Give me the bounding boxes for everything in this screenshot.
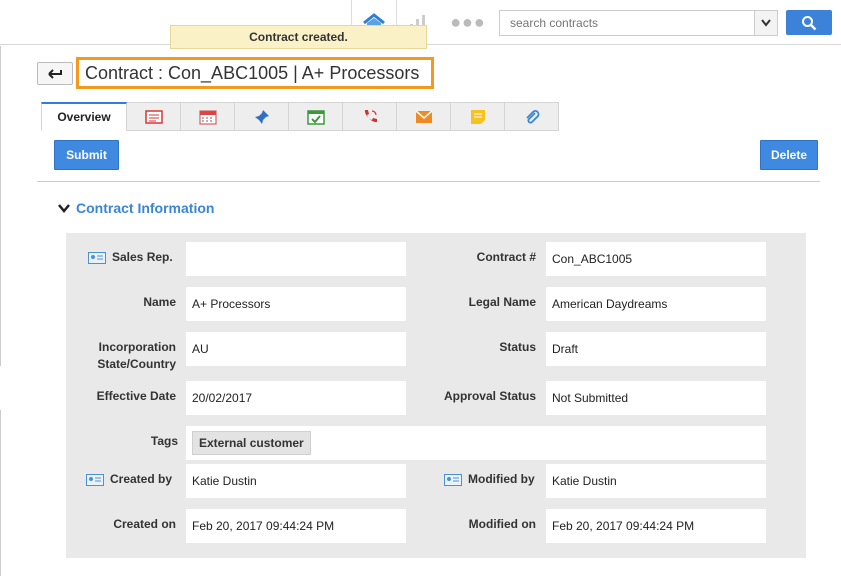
ellipsis-icon: ●●● bbox=[450, 11, 486, 32]
tab-tasks[interactable] bbox=[289, 102, 343, 131]
pushpin-icon bbox=[254, 109, 269, 124]
more-apps-button[interactable]: ●●● bbox=[450, 12, 485, 32]
created-by-label: Created by bbox=[86, 471, 172, 488]
incorporation-label: Incorporation State/Country bbox=[97, 340, 176, 371]
search-button[interactable] bbox=[786, 10, 832, 35]
search-dropdown-button[interactable] bbox=[754, 10, 778, 36]
contract-info-panel: Sales Rep. Contract # Con_ABC1005 Name A… bbox=[66, 233, 806, 558]
tags-label: Tags bbox=[150, 434, 178, 448]
status-field[interactable]: Draft bbox=[546, 332, 766, 366]
approval-status-label: Approval Status bbox=[443, 389, 536, 403]
incorporation-field[interactable]: AU bbox=[186, 332, 406, 366]
modified-by-label: Modified by bbox=[444, 471, 535, 488]
newspaper-icon bbox=[144, 109, 163, 124]
tags-field[interactable]: External customer bbox=[186, 426, 766, 460]
contract-number-label: Contract # bbox=[476, 250, 536, 264]
approval-status-field[interactable]: Not Submitted bbox=[546, 381, 766, 415]
page-title: Contract : Con_ABC1005 | A+ Processors bbox=[76, 57, 434, 89]
tag-chip[interactable]: External customer bbox=[192, 431, 311, 455]
modified-by-field[interactable]: Katie Dustin bbox=[546, 464, 766, 498]
tab-overview[interactable]: Overview bbox=[41, 102, 127, 131]
contact-card-icon bbox=[444, 473, 462, 486]
tab-email[interactable] bbox=[397, 102, 451, 131]
contact-card-icon bbox=[86, 473, 104, 486]
contact-card-icon bbox=[88, 251, 106, 264]
tab-bar: Overview bbox=[41, 102, 559, 131]
submit-button[interactable]: Submit bbox=[54, 140, 119, 170]
created-on-field[interactable]: Feb 20, 2017 09:44:24 PM bbox=[186, 509, 406, 543]
effective-date-label: Effective Date bbox=[96, 389, 176, 403]
sticky-note-icon bbox=[470, 109, 485, 124]
search-icon bbox=[802, 15, 817, 30]
envelope-icon bbox=[415, 109, 432, 123]
tab-calls[interactable] bbox=[343, 102, 397, 131]
modified-on-field[interactable]: Feb 20, 2017 09:44:24 PM bbox=[546, 509, 766, 543]
phone-icon bbox=[364, 109, 377, 122]
back-button[interactable] bbox=[37, 62, 73, 85]
tab-calendar[interactable] bbox=[181, 102, 235, 131]
paperclip-icon bbox=[525, 109, 539, 124]
modified-on-label: Modified on bbox=[468, 517, 536, 531]
chevron-down-icon bbox=[761, 19, 771, 27]
chevron-down-icon bbox=[58, 204, 70, 213]
delete-button[interactable]: Delete bbox=[760, 140, 818, 170]
search-input[interactable] bbox=[499, 10, 755, 36]
legal-name-label: Legal Name bbox=[468, 295, 536, 309]
section-title: Contract Information bbox=[76, 200, 215, 216]
name-label: Name bbox=[143, 295, 176, 309]
sales-rep-field[interactable] bbox=[186, 242, 406, 276]
tab-pin[interactable] bbox=[235, 102, 289, 131]
tab-notes[interactable] bbox=[451, 102, 505, 131]
tab-attachments[interactable] bbox=[505, 102, 559, 131]
effective-date-field[interactable]: 20/02/2017 bbox=[186, 381, 406, 415]
checked-calendar-icon bbox=[306, 109, 325, 125]
created-on-label: Created on bbox=[113, 517, 176, 531]
status-label: Status bbox=[499, 340, 536, 354]
tab-details[interactable] bbox=[127, 102, 181, 131]
created-by-field[interactable]: Katie Dustin bbox=[186, 464, 406, 498]
sales-rep-label: Sales Rep. bbox=[88, 249, 173, 266]
divider bbox=[37, 181, 820, 182]
calendar-icon bbox=[198, 109, 217, 125]
left-edge bbox=[0, 46, 1, 366]
legal-name-field[interactable]: American Daydreams bbox=[546, 287, 766, 321]
name-field[interactable]: A+ Processors bbox=[186, 287, 406, 321]
section-header[interactable]: Contract Information bbox=[58, 200, 214, 216]
toast-message: Contract created. bbox=[170, 25, 427, 49]
contract-number-field[interactable]: Con_ABC1005 bbox=[546, 242, 766, 276]
left-edge bbox=[0, 410, 1, 576]
back-arrow-icon bbox=[48, 68, 62, 79]
